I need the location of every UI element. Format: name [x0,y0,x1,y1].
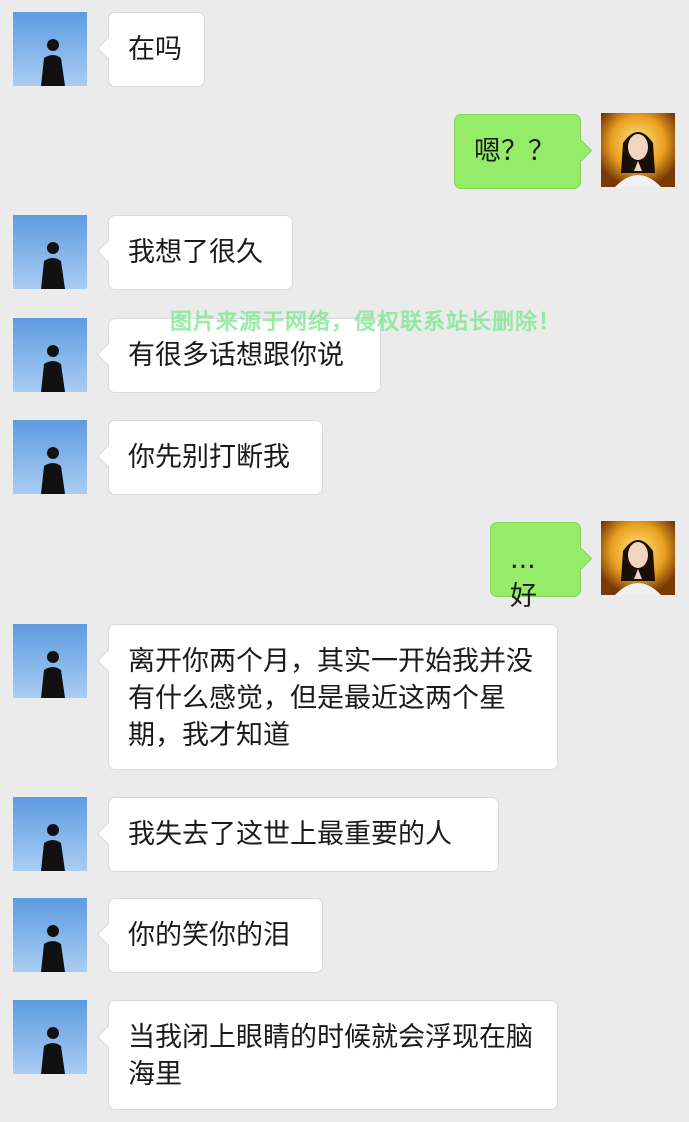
watermark: 图片来源于网络，侵权联系站长删除！ [170,310,562,335]
message-text: 你先别打断我 [128,442,290,473]
chat-area[interactable]: 在吗 嗯？？ 我想了很久 有很多话想跟你说 图片来源于网络，侵权联系站长删除！ … [0,0,689,1122]
message-bubble[interactable]: 我想了很久 [108,215,293,290]
message-text: 你的笑你的泪 [128,920,290,951]
man-avatar-icon [13,12,87,86]
message-bubble[interactable]: 我失去了这世上最重要的人 [108,797,499,872]
message-text: 在吗 [128,34,182,65]
man-avatar-icon [13,215,87,289]
sender-avatar[interactable] [13,420,87,494]
message-bubble[interactable]: 当我闭上眼睛的时候就会浮现在脑海里 [108,1000,558,1110]
message-bubble[interactable]: 离开你两个月，其实一开始我并没有什么感觉，但是最近这两个星期，我才知道 [108,624,558,770]
message-text: 离开你两个月，其实一开始我并没有什么感觉，但是最近这两个星期，我才知道 [128,646,533,751]
message-text: 我失去了这世上最重要的人 [128,819,452,850]
message-bubble[interactable]: 在吗 [108,12,205,87]
sender-avatar[interactable] [13,12,87,86]
message-text: 当我闭上眼睛的时候就会浮现在脑海里 [128,1022,533,1090]
message-bubble[interactable]: 你的笑你的泪 [108,898,323,973]
man-avatar-icon [13,318,87,392]
man-avatar-icon [13,1000,87,1074]
message-text: 嗯？？ [474,136,555,167]
sender-avatar[interactable] [13,797,87,871]
self-avatar[interactable] [601,521,675,595]
sender-avatar[interactable] [13,318,87,392]
message-bubble-outgoing[interactable]: ...好 [490,522,581,612]
message-bubble-outgoing[interactable]: 嗯？？ [454,114,581,189]
woman-avatar-icon [601,113,675,187]
message-text: 我想了很久 [128,237,263,268]
sender-avatar[interactable] [13,1000,87,1074]
man-avatar-icon [13,420,87,494]
woman-avatar-icon [601,521,675,595]
sender-avatar[interactable] [13,215,87,289]
sender-avatar[interactable] [13,898,87,972]
man-avatar-icon [13,797,87,871]
message-bubble[interactable]: 你先别打断我 [108,420,323,495]
self-avatar[interactable] [601,113,675,187]
message-text: 有很多话想跟你说 [128,340,344,371]
man-avatar-icon [13,624,87,698]
sender-avatar[interactable] [13,624,87,698]
message-text: ...好 [510,544,537,612]
man-avatar-icon [13,898,87,972]
